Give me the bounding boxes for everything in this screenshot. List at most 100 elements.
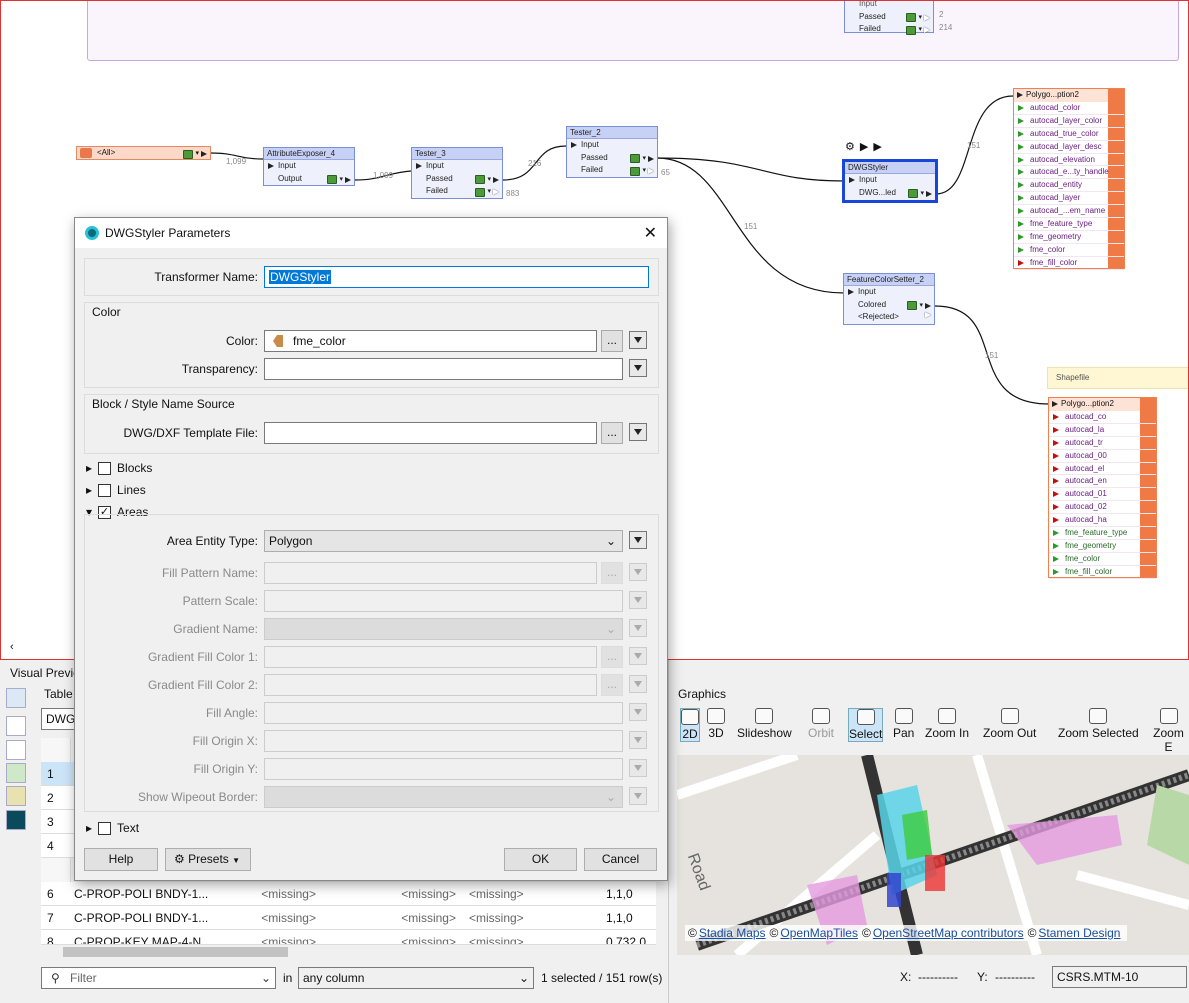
color-menu-button[interactable]: [629, 331, 647, 349]
port-failed[interactable]: Failed ▾: [567, 164, 657, 177]
writer-attribute[interactable]: autocad_...em_name: [1014, 205, 1124, 219]
filter-input[interactable]: ⚲ Filter ⌄: [41, 967, 276, 989]
gradient-name-input[interactable]: ⌄: [264, 618, 623, 640]
crs-field[interactable]: CSRS.MTM-10: [1052, 966, 1187, 988]
inspect-icon[interactable]: [183, 149, 194, 159]
browse-button[interactable]: ...: [601, 646, 623, 668]
inspect-icon[interactable]: [907, 301, 918, 311]
port-passed[interactable]: Passed ▾: [567, 152, 657, 165]
writer-attribute[interactable]: autocad_entity: [1014, 179, 1124, 193]
h-scrollbar[interactable]: [41, 944, 656, 958]
dwgstyler-node[interactable]: DWGStyler Input DWG...led ▾: [842, 159, 938, 203]
run-to-icon[interactable]: ▶: [860, 140, 868, 153]
tester3-node[interactable]: Tester_3 Input Passed ▾ Failed ▾: [411, 147, 503, 199]
scroll-left-arrow[interactable]: ‹: [10, 641, 14, 653]
writer-attribute[interactable]: fme_feature_type: [1049, 527, 1156, 540]
writer-attribute[interactable]: autocad_color: [1014, 102, 1124, 115]
writer-attribute[interactable]: fme_color: [1014, 244, 1124, 257]
writer-attribute[interactable]: autocad_tr: [1049, 437, 1156, 450]
table-row[interactable]: 7 C-PROP-POLI BNDY-1... <missing> <missing>…: [41, 906, 656, 930]
writer-attribute[interactable]: autocad_ha: [1049, 514, 1156, 528]
presets-button[interactable]: ⚙ Presets ▼: [165, 848, 251, 871]
writer-attribute[interactable]: autocad_la: [1049, 424, 1156, 437]
help-button[interactable]: Help: [84, 848, 158, 871]
writer-feature-type-1[interactable]: Polygo...ption2 autocad_color autocad_lay…: [1013, 88, 1125, 270]
table-icon[interactable]: [6, 740, 26, 760]
cancel-button[interactable]: Cancel: [584, 848, 657, 871]
port-failed[interactable]: Failed ▾: [412, 185, 502, 198]
writer-attribute[interactable]: autocad_layer_desc: [1014, 141, 1124, 154]
table-tab[interactable]: Table: [44, 687, 73, 701]
port-input[interactable]: Input: [264, 160, 354, 173]
wipeout-input[interactable]: ⌄: [264, 786, 623, 808]
table-row[interactable]: 6 C-PROP-POLI BNDY-1... <missing> <missing>…: [41, 882, 656, 906]
fill-origin-x-input[interactable]: [264, 730, 623, 752]
transparency-menu-button[interactable]: [629, 359, 647, 377]
port-input[interactable]: Input: [567, 139, 657, 152]
ok-button[interactable]: OK: [504, 848, 577, 871]
inspect-icon[interactable]: [475, 175, 486, 185]
inspect-icon[interactable]: [630, 166, 641, 176]
orbit-button[interactable]: Orbit: [808, 708, 834, 740]
port-output[interactable]: Output ▾: [264, 173, 354, 186]
chevron-down-icon[interactable]: ▾: [487, 186, 491, 199]
map-view[interactable]: Road © Stadia Maps © OpenMapTiles © OpenStree…: [677, 755, 1189, 955]
parameter-menu-button[interactable]: [629, 675, 647, 693]
attribution-link[interactable]: OpenStreetMap contributors: [873, 926, 1024, 940]
parameter-menu-button[interactable]: [629, 563, 647, 581]
attribution-link[interactable]: Stamen Design: [1038, 926, 1120, 940]
text-group[interactable]: ▸ Text: [86, 821, 139, 835]
gradient2-input[interactable]: [264, 674, 597, 696]
template-file-input[interactable]: [264, 422, 597, 444]
blocks-checkbox[interactable]: [98, 461, 112, 475]
browse-button[interactable]: ...: [601, 562, 623, 584]
attributeexposer-node[interactable]: AttributeExposer_4 Input Output ▾: [263, 147, 355, 186]
writer-attribute[interactable]: autocad_layer_color: [1014, 115, 1124, 128]
slideshow-button[interactable]: Slideshow: [737, 708, 792, 740]
writer-attribute[interactable]: autocad_elevation: [1014, 154, 1124, 167]
port-controls[interactable]: ▾: [475, 186, 499, 199]
port-input[interactable]: Input: [412, 160, 502, 173]
writer-attribute[interactable]: autocad_00: [1049, 450, 1156, 463]
tester2-node[interactable]: Tester_2 Input Passed ▾ Failed ▾: [566, 126, 658, 178]
writer-attribute[interactable]: fme_geometry: [1014, 231, 1124, 244]
template-browse-button[interactable]: ...: [601, 422, 623, 444]
writer-attribute[interactable]: autocad_layer: [1014, 192, 1124, 206]
parameter-menu-button[interactable]: [629, 647, 647, 665]
column-select[interactable]: any column ⌄: [298, 967, 534, 989]
inspect-icon[interactable]: [327, 175, 338, 185]
area-entity-select[interactable]: Polygon ⌄: [264, 530, 623, 552]
writer-attribute[interactable]: fme_fill_color: [1014, 257, 1124, 270]
writer-attribute[interactable]: fme_geometry: [1049, 540, 1156, 553]
map-icon[interactable]: [6, 763, 26, 783]
writer-attribute[interactable]: fme_color: [1049, 553, 1156, 566]
parameter-menu-button[interactable]: [629, 787, 647, 805]
chevron-down-icon[interactable]: ▾: [195, 148, 199, 160]
select-button[interactable]: Select: [848, 708, 884, 742]
parameter-menu-button[interactable]: [629, 591, 647, 609]
parameter-menu-button[interactable]: [629, 703, 647, 721]
fill-pattern-input[interactable]: [264, 562, 597, 584]
writer-attribute[interactable]: fme_feature_type: [1014, 218, 1124, 231]
3d-button[interactable]: 3D: [707, 708, 725, 740]
writer-attribute[interactable]: autocad_02: [1049, 501, 1156, 515]
attribution-link[interactable]: Stadia Maps: [699, 926, 766, 940]
gear-icon[interactable]: ⚙: [845, 140, 855, 153]
chevron-down-icon[interactable]: ▾: [920, 188, 924, 201]
writer-attribute[interactable]: autocad_co: [1049, 411, 1156, 424]
fill-angle-input[interactable]: [264, 702, 623, 724]
fme-logo-icon[interactable]: [6, 810, 26, 830]
color-browse-button[interactable]: ...: [601, 330, 623, 352]
zoom-out-button[interactable]: Zoom Out: [983, 708, 1036, 740]
port-passed[interactable]: Passed ▾: [412, 173, 502, 186]
writer-attribute[interactable]: autocad_el: [1049, 463, 1156, 476]
inspect-icon[interactable]: [908, 189, 919, 199]
featurecolorsetter-node[interactable]: FeatureColorSetter_2 Input Colored ▾ <Rej…: [843, 273, 935, 325]
port-controls[interactable]: [925, 312, 931, 318]
writer-attribute[interactable]: fme_fill_color: [1049, 566, 1156, 579]
chevron-down-icon[interactable]: ▾: [339, 174, 343, 187]
reader-node[interactable]: <All> ▾: [76, 146, 211, 160]
parameter-menu-button[interactable]: [629, 759, 647, 777]
port-controls[interactable]: ▾: [327, 174, 351, 187]
zoom-in-button[interactable]: Zoom In: [925, 708, 969, 740]
